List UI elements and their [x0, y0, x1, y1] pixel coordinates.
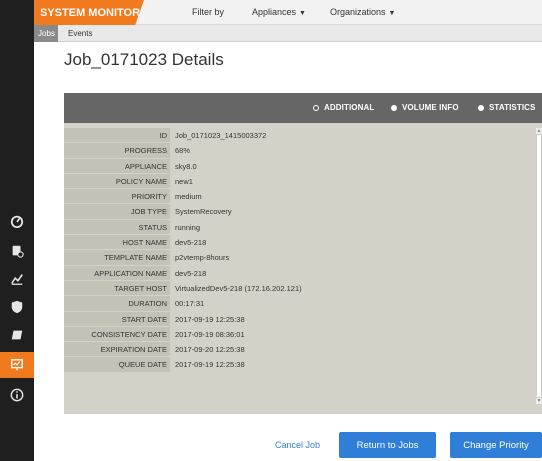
- tab-volume-info[interactable]: VOLUME INFO: [391, 103, 459, 112]
- info-icon[interactable]: [0, 384, 34, 406]
- detail-value: 2017-09-19 12:25:38: [175, 360, 245, 370]
- detail-value: 00:17:31: [175, 299, 205, 309]
- caret-down-icon: ▼: [388, 10, 396, 17]
- tab-events[interactable]: Events: [62, 25, 98, 42]
- details-table: ID Job_0171023_1415003372 PROGRESS 68% A…: [64, 128, 534, 373]
- sidebar: [0, 0, 34, 461]
- detail-label: START DATE: [64, 311, 170, 327]
- detail-value: 68%: [175, 146, 191, 156]
- scrollbar-thumb[interactable]: [536, 134, 542, 398]
- detail-row-consistency-date: CONSISTENCY DATE 2017-09-19 08:36:01: [64, 326, 534, 343]
- dashboard-icon[interactable]: [0, 210, 34, 232]
- detail-row-duration: DURATION 00:17:31: [64, 296, 534, 312]
- detail-label: JOB TYPE: [64, 204, 170, 220]
- detail-value: dev5-218: [175, 238, 207, 248]
- tab-statistics[interactable]: STATISTICS: [478, 103, 535, 112]
- scroll-down-icon[interactable]: ▼: [536, 398, 542, 404]
- app-brand[interactable]: SYSTEM MONITOR: [34, 0, 144, 25]
- radio-icon: [478, 104, 484, 111]
- detail-row-host-name: HOST NAME dev5-218: [64, 235, 534, 251]
- page-title: Job_0171023 Details: [64, 50, 224, 69]
- detail-value: 2017-09-19 08:36:01: [175, 329, 245, 339]
- tab-statistics-label: STATISTICS: [489, 103, 536, 112]
- top-bar: SYSTEM MONITOR Filter by Appliances ▼ Org…: [34, 0, 542, 25]
- detail-value: sky8.0: [175, 161, 197, 171]
- details-scrollbar[interactable]: ▲ ▼: [536, 128, 542, 404]
- detail-value: new1: [175, 176, 193, 186]
- detail-label: TEMPLATE NAME: [64, 250, 170, 266]
- tab-additional[interactable]: ADDITIONAL: [313, 103, 374, 112]
- app-window: SYSTEM MONITOR Filter by Appliances ▼ Org…: [0, 0, 542, 461]
- appliances-dropdown[interactable]: Appliances ▼: [252, 7, 306, 17]
- detail-label: STATUS: [64, 219, 170, 236]
- drive-icon[interactable]: [0, 324, 34, 346]
- radio-icon: [391, 104, 397, 111]
- panel-header: ADDITIONAL VOLUME INFO STATISTICS: [64, 93, 542, 123]
- appliances-label: Appliances: [252, 7, 297, 17]
- detail-label: ID: [64, 128, 170, 144]
- chart-icon[interactable]: [0, 268, 34, 290]
- detail-row-policy-name: POLICY NAME new1: [64, 173, 534, 190]
- detail-label: POLICY NAME: [64, 173, 170, 190]
- detail-row-expiration-date: EXPIRATION DATE 2017-09-20 12:25:38: [64, 342, 534, 358]
- shield-icon[interactable]: [0, 296, 34, 318]
- detail-row-start-date: START DATE 2017-09-19 12:25:38: [64, 311, 534, 327]
- cancel-job-button[interactable]: Cancel Job: [275, 440, 320, 450]
- detail-label: CONSISTENCY DATE: [64, 326, 170, 343]
- caret-down-icon: ▼: [299, 10, 306, 17]
- tab-volume-info-label: VOLUME INFO: [402, 103, 459, 112]
- detail-label: QUEUE DATE: [64, 357, 170, 373]
- detail-row-progress: PROGRESS 68%: [64, 143, 534, 159]
- detail-label: DURATION: [64, 296, 170, 312]
- detail-row-target-host: TARGET HOST VirtualizedDev5-218 (172.16.…: [64, 280, 534, 297]
- detail-row-appliance: APPLIANCE sky8.0: [64, 158, 534, 174]
- detail-label: PRIORITY: [64, 189, 170, 205]
- detail-value: running: [175, 222, 201, 232]
- detail-value: 2017-09-19 12:25:38: [175, 314, 245, 324]
- tab-jobs[interactable]: Jobs: [34, 25, 58, 42]
- detail-row-template-name: TEMPLATE NAME p2vtemp-8hours: [64, 250, 534, 266]
- detail-label: APPLIANCE: [64, 158, 170, 174]
- detail-label: EXPIRATION DATE: [64, 342, 170, 358]
- detail-row-application-name: APPLICATION NAME dev5-218: [64, 265, 534, 281]
- storage-icon[interactable]: [0, 240, 34, 262]
- radio-selected-icon: [313, 104, 319, 111]
- organizations-label: Organizations: [330, 7, 386, 17]
- detail-row-status: STATUS running: [64, 219, 534, 236]
- detail-value: medium: [175, 192, 202, 202]
- monitor-icon[interactable]: [0, 352, 34, 378]
- detail-label: HOST NAME: [64, 235, 170, 251]
- detail-value: p2vtemp-8hours: [175, 253, 230, 263]
- return-to-jobs-button[interactable]: Return to Jobs: [339, 432, 436, 458]
- detail-value: 2017-09-20 12:25:38: [175, 345, 245, 355]
- detail-label: PROGRESS: [64, 143, 170, 159]
- detail-row-queue-date: QUEUE DATE 2017-09-19 12:25:38: [64, 357, 534, 373]
- filter-by-label: Filter by: [192, 7, 225, 17]
- detail-value: VirtualizedDev5-218 (172.16.202.121): [175, 283, 302, 293]
- detail-row-job-type: JOB TYPE SystemRecovery: [64, 204, 534, 220]
- detail-value: dev5-218: [175, 268, 207, 278]
- detail-value: Job_0171023_1415003372: [175, 131, 267, 140]
- organizations-dropdown[interactable]: Organizations ▼: [330, 7, 395, 17]
- detail-row-priority: PRIORITY medium: [64, 189, 534, 205]
- detail-value: SystemRecovery: [175, 207, 232, 217]
- change-priority-button[interactable]: Change Priority: [450, 432, 542, 458]
- detail-row-id: ID Job_0171023_1415003372: [64, 128, 534, 144]
- detail-label: TARGET HOST: [64, 280, 170, 297]
- sub-navigation: Jobs Events: [34, 25, 542, 42]
- detail-label: APPLICATION NAME: [64, 265, 170, 281]
- job-details-panel: ADDITIONAL VOLUME INFO STATISTICS ID Job…: [64, 93, 542, 414]
- tab-additional-label: ADDITIONAL: [324, 103, 375, 112]
